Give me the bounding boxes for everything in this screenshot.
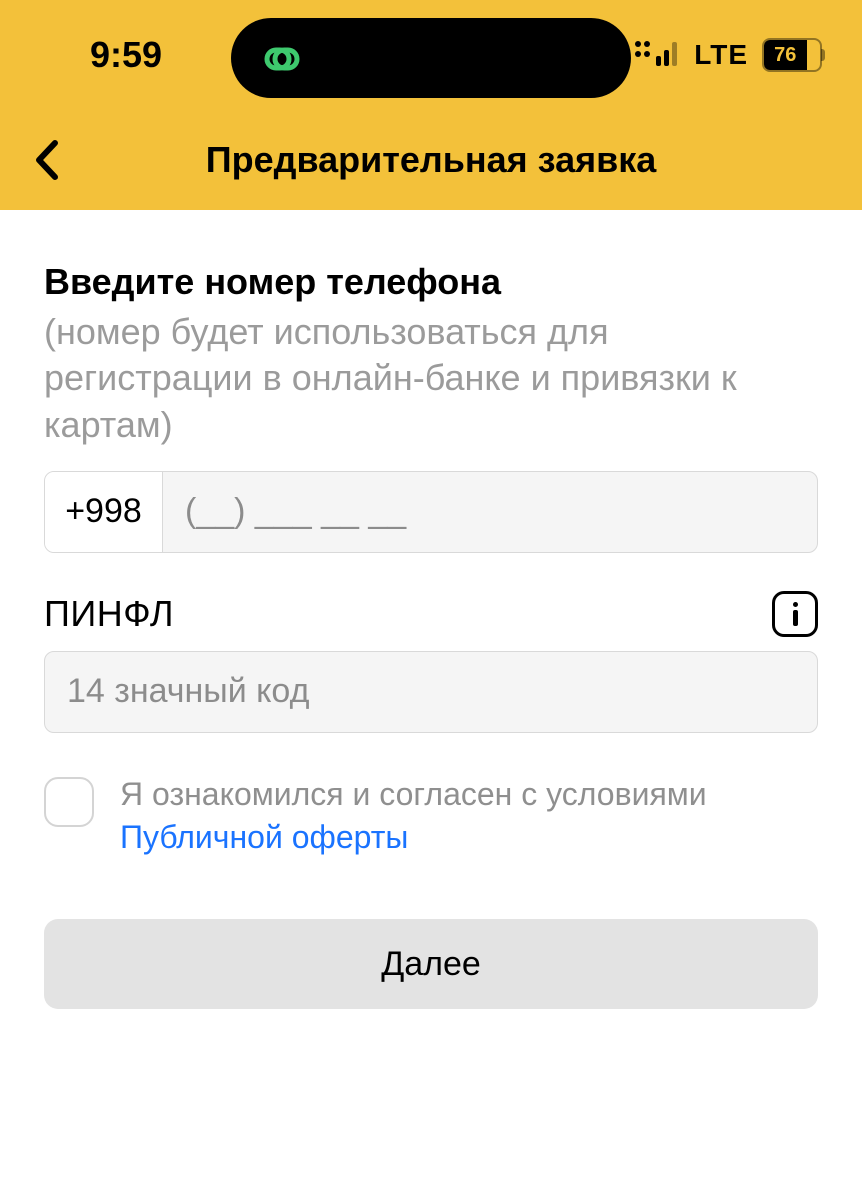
info-icon bbox=[793, 602, 798, 626]
battery-icon: 76 bbox=[762, 38, 822, 72]
pinfl-input[interactable] bbox=[44, 651, 818, 733]
consent-text-label: Я ознакомился и согласен с условиями bbox=[120, 776, 707, 812]
pinfl-label: ПИНФЛ bbox=[44, 593, 174, 635]
page-title: Предварительная заявка bbox=[206, 139, 657, 181]
signal-icon bbox=[634, 38, 680, 73]
phone-input[interactable] bbox=[163, 472, 817, 552]
network-type: LTE bbox=[694, 39, 748, 71]
main-content: Введите номер телефона (номер будет испо… bbox=[0, 210, 862, 1009]
phone-sublabel: (номер будет использоваться для регистра… bbox=[44, 309, 818, 449]
public-offer-link[interactable]: Публичной оферты bbox=[120, 819, 408, 855]
battery-level: 76 bbox=[764, 40, 807, 70]
pinfl-info-button[interactable] bbox=[772, 591, 818, 637]
status-bar: 9:59 LTE 76 bbox=[0, 0, 862, 110]
phone-field-row: +998 bbox=[44, 471, 818, 553]
link-icon bbox=[261, 44, 303, 72]
status-right: LTE 76 bbox=[634, 38, 822, 73]
back-button[interactable] bbox=[22, 136, 70, 184]
chevron-left-icon bbox=[33, 139, 59, 181]
nav-bar: Предварительная заявка bbox=[0, 110, 862, 210]
consent-text: Я ознакомился и согласен с условиями Пуб… bbox=[120, 773, 707, 859]
consent-checkbox[interactable] bbox=[44, 777, 94, 827]
phone-prefix[interactable]: +998 bbox=[45, 472, 163, 552]
next-button[interactable]: Далее bbox=[44, 919, 818, 1009]
phone-label: Введите номер телефона bbox=[44, 258, 818, 307]
status-time: 9:59 bbox=[90, 34, 162, 76]
dynamic-island bbox=[231, 18, 631, 98]
consent-row: Я ознакомился и согласен с условиями Пуб… bbox=[44, 773, 818, 859]
